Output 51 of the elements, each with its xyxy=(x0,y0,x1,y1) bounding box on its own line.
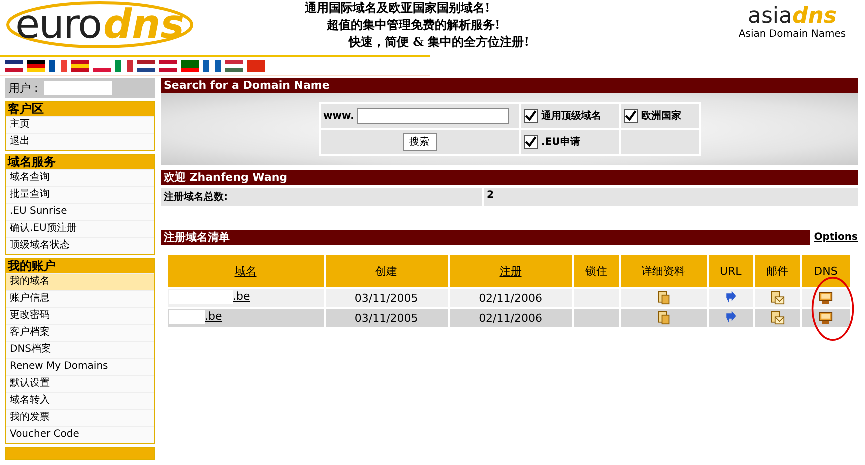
welcome-bar: 欢迎 Zhanfeng Wang xyxy=(161,170,858,185)
sidebar-item[interactable]: 客户档案 xyxy=(6,324,154,341)
table-cell: 03/11/2005 xyxy=(326,289,448,307)
sidebar-item[interactable]: 顶级域名状态 xyxy=(6,237,154,254)
sidebar-item[interactable]: .EU Sunrise xyxy=(6,203,154,220)
sidebar-item[interactable]: 主页 xyxy=(6,116,154,133)
sidebar-item[interactable]: 域名查询 xyxy=(6,169,154,186)
www-label: www. xyxy=(324,110,354,122)
sidebar-item[interactable]: DNS档案 xyxy=(6,341,154,358)
sidebar-item[interactable]: 账户信息 xyxy=(6,290,154,307)
section-header: 域名服务 xyxy=(6,155,154,169)
sidebar-item[interactable]: 退出 xyxy=(6,133,154,150)
column-header[interactable]: 域名 xyxy=(168,255,324,287)
column-header[interactable]: 注册 xyxy=(450,255,572,287)
section-title-bar: Search for a Domain Name xyxy=(161,78,858,93)
sidebar-item[interactable]: 批量查询 xyxy=(6,186,154,203)
options-link[interactable]: Options xyxy=(814,232,858,243)
column-header: 锁住 xyxy=(574,255,619,287)
count-label: 注册域名总数: xyxy=(161,188,482,206)
sidebar-item[interactable]: 确认.EU预注册 xyxy=(6,220,154,237)
table-cell: 02/11/2006 xyxy=(450,289,572,307)
column-header: 邮件 xyxy=(755,255,800,287)
section-title-bar: 注册域名清单 xyxy=(161,230,810,245)
count-value: 2 xyxy=(484,188,858,206)
sidebar-item[interactable]: Renew My Domains xyxy=(6,358,154,375)
slogan-text: 快速，简便 & 集中的全方位注册! xyxy=(348,34,530,51)
domain-link[interactable]: .be xyxy=(233,290,250,306)
sidebar-item[interactable]: 域名转入 xyxy=(6,392,154,409)
sidebar-item[interactable]: 更改密码 xyxy=(6,307,154,324)
sidebar-item[interactable]: 我的域名 xyxy=(6,273,154,290)
section-header: 客户区 xyxy=(6,102,154,116)
eurodns-logo: eurodns xyxy=(5,0,195,50)
slogan-text: 超值的集中管理免费的解析服务! xyxy=(326,17,502,34)
option-label: .EU申请 xyxy=(542,136,580,149)
column-header: DNS xyxy=(802,255,850,287)
table-cell: 03/11/2005 xyxy=(326,309,448,327)
domain-link[interactable]: .be xyxy=(205,310,222,326)
table-cell: 02/11/2006 xyxy=(450,309,572,327)
slogan-text: 通用国际域名及欧亚国家国别域名! xyxy=(305,0,492,17)
search-button[interactable]: 搜索 xyxy=(402,133,436,151)
column-header: 详细资料 xyxy=(620,255,707,287)
column-header: 创建 xyxy=(326,255,448,287)
option-label: 欧洲国家 xyxy=(642,109,682,123)
section-header: 我的账户 xyxy=(6,259,154,273)
asiadns-logo: asiadns Asian Domain Names xyxy=(738,4,848,40)
column-header: URL xyxy=(708,255,754,287)
option-label: 通用顶级域名 xyxy=(542,110,602,123)
sidebar-item[interactable]: 默认设置 xyxy=(6,375,154,392)
sidebar-item[interactable]: Voucher Code xyxy=(6,426,154,443)
sidebar-item[interactable]: 我的发票 xyxy=(6,409,154,426)
user-label: 用户 : xyxy=(9,80,38,96)
